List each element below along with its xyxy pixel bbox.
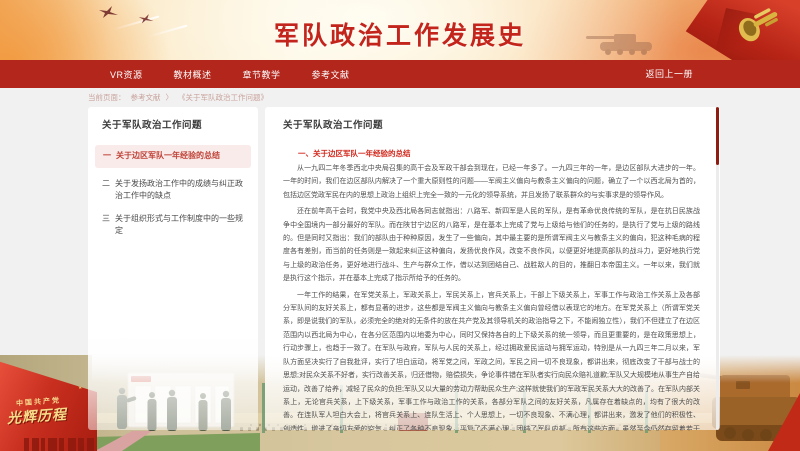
article-paragraph: 从一九四二年冬季西北中央局召集的高干会及军政干部会到现在，已经一年多了。一九四三… [283,165,700,199]
sidebar-card: 关于军队政治工作问题 一 关于边区军队一年经验的总结 二 关于发扬政治工作中的成… [88,107,258,430]
back-to-previous-button[interactable]: 返回上一册 [645,60,693,88]
nav-item-overview[interactable]: 教材概述 [174,68,212,81]
toc-item-number: 二 [102,178,110,188]
section-heading: 一、关于边区军队一年经验的总结 [298,149,411,158]
toc-item-1[interactable]: 一 关于边区军队一年经验的总结 [95,145,251,168]
breadcrumb: 当前页面： 参考文献 〉 《关于军队政治工作问题》 [88,92,268,103]
toc-item-number: 三 [102,213,110,223]
toc-item-number: 一 [103,151,111,160]
breadcrumb-prefix: 当前页面： [88,93,126,102]
article-body: 从一九四二年冬季西北中央局召集的高干会及军政干部会到现在，已经一年多了。一九四三… [283,162,700,430]
header-banner: 军队政治工作发展史 [0,0,800,60]
toc-item-label: 关于发扬政治工作中的成绩与纠正政治工作中的缺点 [115,178,243,201]
sidebar-title: 关于军队政治工作问题 [102,120,203,131]
nav-item-references[interactable]: 参考文献 [312,68,350,81]
nav-item-vr[interactable]: VR资源 [110,68,143,81]
nav-item-chapters[interactable]: 章节教学 [243,68,281,81]
breadcrumb-current: 《关于军队政治工作问题》 [178,93,268,102]
breadcrumb-section-link[interactable]: 参考文献 [131,92,161,103]
scrollbar-track [716,107,719,430]
toc-item-3[interactable]: 三 关于组织形式与工作制度中的一些规定 [102,213,244,238]
site-title: 军队政治工作发展史 [273,22,526,50]
toc-item-label: 关于组织形式与工作制度中的一些规定 [115,213,243,236]
breadcrumb-separator-icon: 〉 [165,93,174,102]
table-of-contents: 一 关于边区军队一年经验的总结 二 关于发扬政治工作中的成绩与纠正政治工作中的缺… [95,145,251,238]
toc-item-label: 关于边区军队一年经验的总结 [116,151,220,160]
city-skyline [24,438,94,451]
toc-item-2[interactable]: 二 关于发扬政治工作中的成绩与纠正政治工作中的缺点 [102,178,244,203]
glory-banner-title: 光辉历程 [6,405,68,427]
page: { "banner": { "title": "军队政治工作发展史" }, "n… [0,0,800,451]
article-paragraph: 一年工作的结果，在军党关系上，军政关系上，军民关系上，官兵关系上，干部上下级关系… [283,291,700,430]
article-paragraph: 还在前年高干会时，我党中央及西北局各同志就指出：八路军、新四军是人民的军队，是有… [283,208,700,283]
article-title: 关于军队政治工作问题 [283,120,384,131]
scrollbar-thumb[interactable] [716,107,719,165]
main-nav: VR资源 教材概述 章节教学 参考文献 返回上一册 [0,60,800,88]
article-card: 关于军队政治工作问题 一、关于边区军队一年经验的总结 从一九四二年冬季西北中央局… [265,107,720,430]
